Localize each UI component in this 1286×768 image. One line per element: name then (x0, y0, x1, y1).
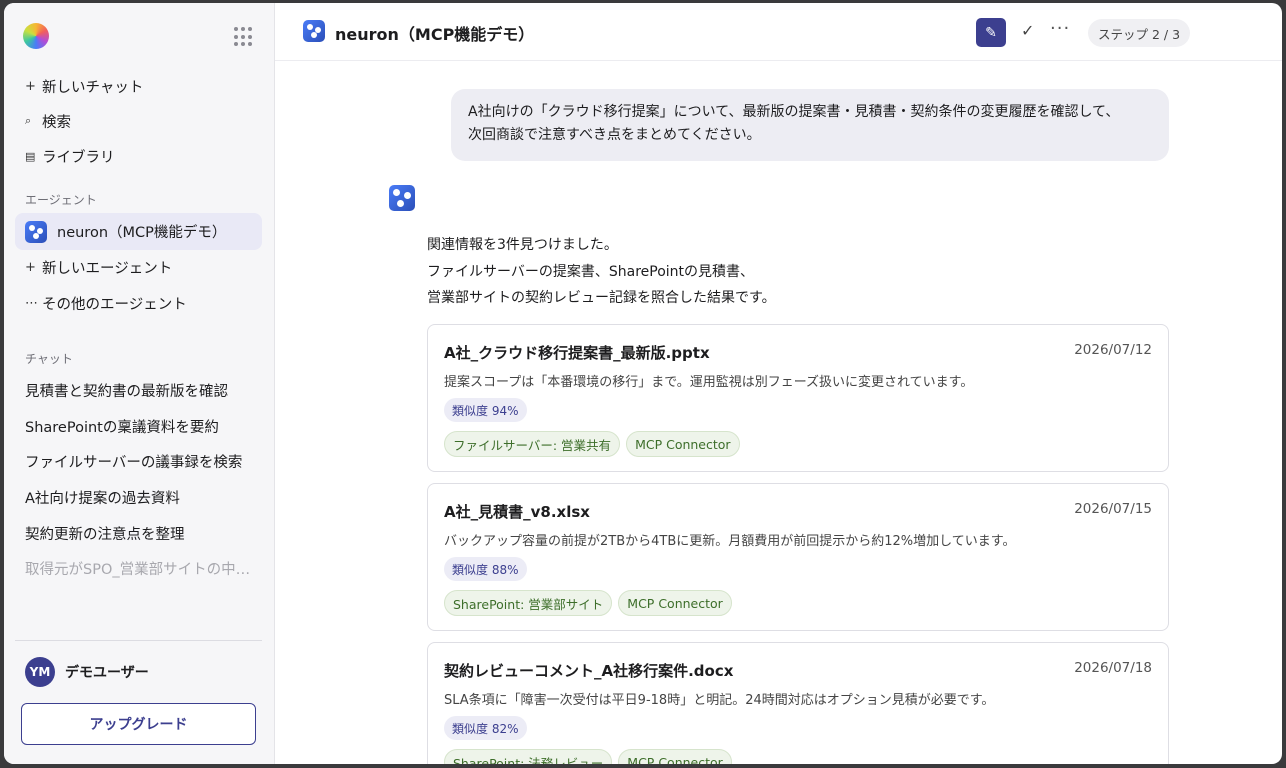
bot-message: 関連情報を3件見つけました。 ファイルサーバーの提案書、SharePointの見… (427, 232, 776, 312)
app-logo[interactable] (23, 23, 49, 49)
new-agent-button[interactable]: + 新しいエージェント (25, 256, 172, 278)
more-icon: ··· (1050, 18, 1071, 39)
neuron-agent-icon (303, 20, 325, 42)
result-description: 提案スコープは「本番環境の移行」まで。運用監視は別フェーズ扱いに変更されています… (444, 375, 974, 390)
result-card[interactable]: A社_クラウド移行提案書_最新版.pptx 2026/07/12 提案スコープは… (427, 324, 1169, 472)
search-button[interactable]: ⌕ 検索 (25, 110, 71, 132)
sidebar-divider (15, 640, 262, 641)
more-options-button[interactable]: ··· (1050, 18, 1070, 39)
other-agents-label: その他のエージェント (42, 296, 187, 313)
sidebar-chat-item[interactable]: 取得元がSPO_営業部サイトの中… (25, 558, 250, 579)
header-bar: neuron（MCP機能デモ） ✎ ✓ ··· ステップ 2 / 3 (275, 3, 1282, 61)
sidebar: + 新しいチャット ⌕ 検索 ▤ ライブラリ エージェント neuron（MCP… (4, 3, 275, 764)
result-date: 2026/07/18 (1074, 660, 1152, 676)
bot-message-line: ファイルサーバーの提案書、SharePointの見積書、 (427, 263, 755, 280)
neuron-agent-icon (25, 220, 47, 243)
result-date: 2026/07/12 (1074, 342, 1152, 358)
new-chat-label: 新しいチャット (42, 79, 144, 96)
sidebar-chat-item[interactable]: 見積書と契約書の最新版を確認 (25, 380, 228, 401)
source-tags: SharePoint: 法務レビュー MCP Connector (444, 749, 732, 764)
result-description: バックアップ容量の前提が2TBから4TBに更新。月額費用が前回提示から約12%増… (444, 534, 1016, 549)
search-label: 検索 (42, 114, 71, 131)
active-agent-label: neuron（MCP機能デモ） (57, 225, 227, 241)
library-button[interactable]: ▤ ライブラリ (25, 145, 115, 167)
result-card[interactable]: A社_見積書_v8.xlsx 2026/07/15 バックアップ容量の前提が2T… (427, 483, 1169, 631)
source-tag[interactable]: SharePoint: 営業部サイト (444, 590, 613, 616)
main-panel: neuron（MCP機能デモ） ✎ ✓ ··· ステップ 2 / 3 A社向けの… (275, 3, 1282, 764)
source-tags: SharePoint: 営業部サイト MCP Connector (444, 590, 732, 616)
bot-message-line: 関連情報を3件見つけました。 (427, 237, 618, 253)
user-avatar[interactable]: YM (25, 657, 55, 687)
user-message-line: 次回商談で注意すべき点をまとめてください。 (468, 127, 761, 143)
similarity-badge: 類似度 82% (444, 716, 527, 740)
result-date: 2026/07/15 (1074, 501, 1152, 517)
step-badge: ステップ 2 / 3 (1088, 19, 1191, 47)
bot-avatar (389, 185, 415, 211)
source-tag[interactable]: MCP Connector (618, 749, 732, 764)
neuron-agent-icon (389, 185, 415, 211)
source-tag[interactable]: MCP Connector (626, 431, 740, 457)
plus-icon: + (25, 259, 36, 275)
check-button[interactable]: ✓ (1021, 21, 1034, 40)
sidebar-chat-item[interactable]: 契約更新の注意点を整理 (25, 523, 185, 544)
chats-section-label: チャット (25, 352, 73, 366)
source-tag[interactable]: ファイルサーバー: 営業共有 (444, 431, 621, 457)
check-icon: ✓ (1021, 21, 1035, 40)
ellipsis-icon: ⋯ (25, 295, 38, 311)
result-title[interactable]: 契約レビューコメント_A社移行案件.docx (444, 660, 733, 681)
agents-section-label: エージェント (25, 193, 97, 207)
user-message-bubble: A社向けの「クラウド移行提案」について、最新版の提案書・見積書・契約条件の変更履… (451, 89, 1169, 161)
similarity-badge: 類似度 94% (444, 398, 527, 422)
plus-icon: + (25, 78, 36, 94)
source-tag[interactable]: SharePoint: 法務レビュー (444, 749, 613, 764)
new-agent-label: 新しいエージェント (42, 260, 173, 277)
upgrade-button[interactable]: アップグレード (21, 703, 256, 745)
sidebar-chat-item[interactable]: SharePointの稟議資料を要約 (25, 416, 219, 437)
page-title: neuron（MCP機能デモ） (335, 25, 535, 44)
apps-grid-icon[interactable] (234, 27, 254, 47)
bot-message-line: 営業部サイトの契約レビュー記録を照合した結果です。 (427, 290, 776, 306)
other-agents-button[interactable]: ⋯ その他のエージェント (25, 292, 187, 314)
new-chat-button[interactable]: + 新しいチャット (25, 75, 143, 97)
app-window: + 新しいチャット ⌕ 検索 ▤ ライブラリ エージェント neuron（MCP… (4, 3, 1282, 764)
result-card[interactable]: 契約レビューコメント_A社移行案件.docx 2026/07/18 SLA条項に… (427, 642, 1169, 764)
source-tag[interactable]: MCP Connector (618, 590, 732, 616)
result-title[interactable]: A社_クラウド移行提案書_最新版.pptx (444, 342, 710, 363)
sidebar-item-neuron-agent[interactable]: neuron（MCP機能デモ） (15, 213, 262, 250)
edit-button[interactable]: ✎ (976, 18, 1006, 47)
pencil-icon: ✎ (985, 24, 997, 41)
user-name: デモユーザー (65, 665, 149, 681)
user-message-line: A社向けの「クラウド移行提案」について、最新版の提案書・見積書・契約条件の変更履… (468, 104, 1120, 120)
result-description: SLA条項に「障害一次受付は平日9-18時」と明記。24時間対応はオプション見積… (444, 693, 995, 708)
result-title[interactable]: A社_見積書_v8.xlsx (444, 501, 590, 522)
sidebar-chat-item[interactable]: A社向け提案の過去資料 (25, 487, 180, 508)
sidebar-chat-item[interactable]: ファイルサーバーの議事録を検索 (25, 451, 242, 472)
source-tags: ファイルサーバー: 営業共有 MCP Connector (444, 431, 740, 457)
search-icon: ⌕ (25, 114, 32, 127)
similarity-badge: 類似度 88% (444, 557, 527, 581)
library-icon: ▤ (25, 149, 36, 163)
library-label: ライブラリ (42, 149, 115, 166)
